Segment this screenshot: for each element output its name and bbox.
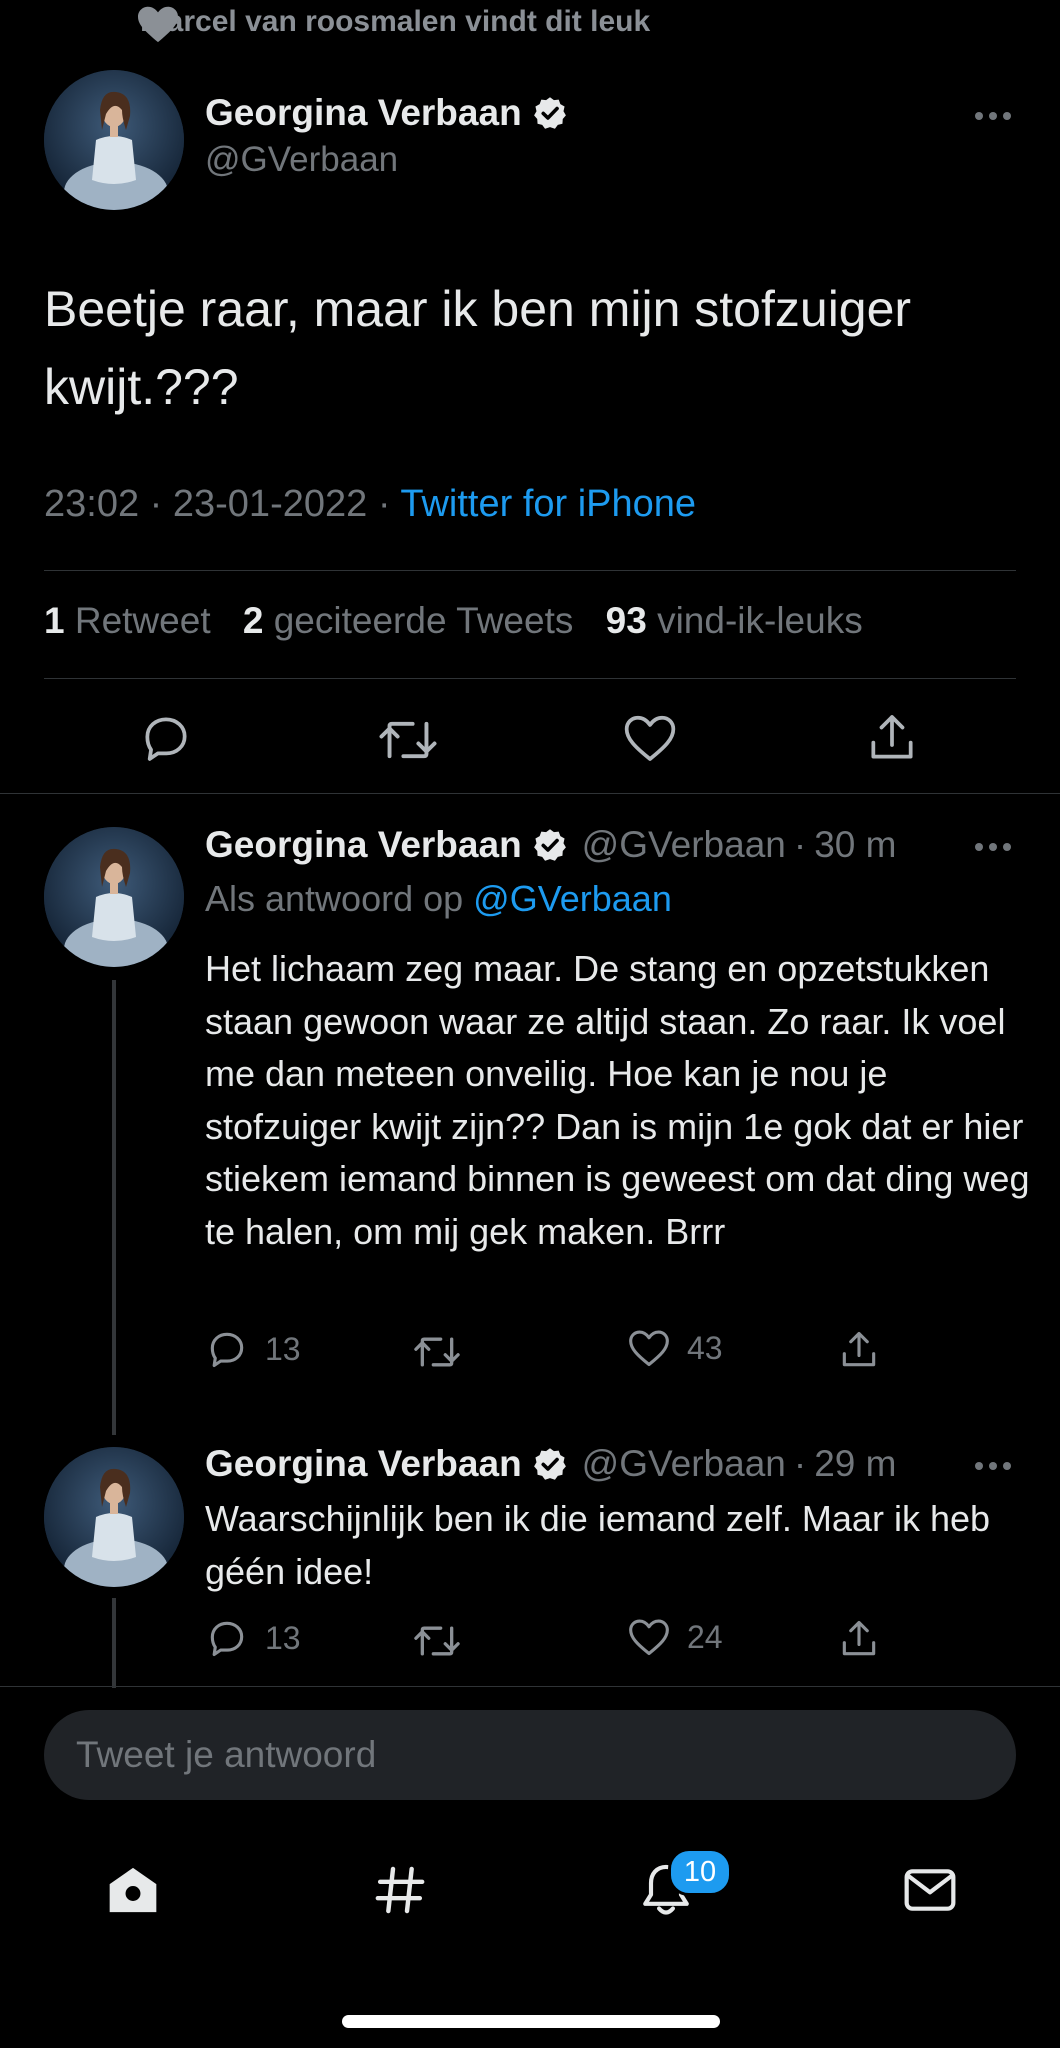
reply-text: Het lichaam zeg maar. De stang en opzets… xyxy=(205,948,1030,1252)
tweet-stats: 1 Retweet 2 geciteerde Tweets 93 vind-ik… xyxy=(44,600,863,642)
home-indicator[interactable] xyxy=(342,2015,720,2028)
share-icon[interactable] xyxy=(837,1328,881,1372)
reply-author-name[interactable]: Georgina Verbaan xyxy=(205,1443,522,1485)
tweet-time: 23:02 xyxy=(44,483,140,525)
more-options-icon[interactable] xyxy=(975,112,1011,120)
tweet-meta: 23:02 · 23-01-2022 · Twitter for iPhone xyxy=(44,483,696,526)
section-separator xyxy=(0,793,1060,794)
social-context: marcel van roosmalen vindt dit leuk xyxy=(140,2,650,42)
more-options-icon[interactable] xyxy=(975,1462,1011,1470)
reply-author-avatar[interactable] xyxy=(44,827,184,967)
meta-separator: · xyxy=(377,483,391,525)
like-icon xyxy=(629,1619,669,1656)
dot-separator: · xyxy=(793,1443,807,1484)
like-icon[interactable] xyxy=(622,712,678,764)
social-context-text: marcel van roosmalen vindt dit leuk xyxy=(140,5,651,38)
reply-text: Waarschijnlijk ben ik die iemand zelf. M… xyxy=(205,1498,991,1592)
reply-to-context: Als antwoord op @GVerbaan xyxy=(205,878,672,919)
reply-time: 30 m xyxy=(814,824,897,865)
divider xyxy=(44,570,1016,571)
retweet-icon[interactable] xyxy=(413,1619,461,1663)
like-icon xyxy=(629,1330,669,1367)
reply-icon xyxy=(210,1332,244,1368)
explore-hashtag-icon[interactable] xyxy=(372,1862,428,1918)
reply-to-handle-link[interactable]: @GVerbaan xyxy=(473,878,672,919)
likes-stat[interactable]: 93 vind-ik-leuks xyxy=(606,600,863,641)
tweet-date: 23-01-2022 xyxy=(172,483,368,525)
share-icon[interactable] xyxy=(837,1617,881,1661)
reply-author-handle[interactable]: @GVerbaan xyxy=(582,1443,786,1485)
author-name[interactable]: Georgina Verbaan xyxy=(205,92,568,134)
retweets-stat[interactable]: 1 Retweet xyxy=(44,600,211,641)
like-count-button[interactable]: 43 xyxy=(627,1327,723,1369)
messages-envelope-icon[interactable] xyxy=(902,1864,958,1916)
reply-count-button[interactable]: 13 xyxy=(205,1327,301,1371)
reply-header: Georgina Verbaan @GVerbaan · 29 m xyxy=(205,1443,896,1485)
notification-badge: 10 xyxy=(668,1848,732,1896)
reply-header: Georgina Verbaan @GVerbaan · 30 m xyxy=(205,824,896,866)
reply-icon[interactable] xyxy=(138,710,194,766)
dot-separator: · xyxy=(793,824,807,865)
retweet-icon[interactable] xyxy=(413,1330,461,1374)
author-avatar[interactable] xyxy=(44,70,184,210)
reply-count-button[interactable]: 13 xyxy=(205,1616,301,1660)
share-icon[interactable] xyxy=(864,710,920,766)
quotes-stat[interactable]: 2 geciteerde Tweets xyxy=(243,600,573,641)
meta-separator: · xyxy=(149,483,163,525)
verified-badge-icon xyxy=(533,829,566,861)
tweet-text: Beetje raar, maar ik ben mijn stofzuiger… xyxy=(44,281,912,415)
thread-line xyxy=(112,980,116,1435)
tweet-source-link[interactable]: Twitter for iPhone xyxy=(400,483,696,525)
reply-author-handle[interactable]: @GVerbaan xyxy=(582,824,786,866)
more-options-icon[interactable] xyxy=(975,843,1011,851)
reply-icon xyxy=(210,1621,244,1657)
reply-composer-input[interactable]: Tweet je antwoord xyxy=(44,1710,1016,1800)
retweet-icon[interactable] xyxy=(378,712,438,768)
like-count-button[interactable]: 24 xyxy=(627,1616,723,1658)
home-icon[interactable] xyxy=(104,1862,162,1918)
verified-badge-icon xyxy=(533,97,566,129)
composer-placeholder: Tweet je antwoord xyxy=(76,1734,377,1775)
liked-heart-icon xyxy=(138,6,178,43)
thread-line xyxy=(112,1598,116,1688)
divider xyxy=(44,678,1016,679)
reply-author-avatar[interactable] xyxy=(44,1447,184,1587)
verified-badge-icon xyxy=(533,1448,566,1480)
reply-author-name[interactable]: Georgina Verbaan xyxy=(205,824,522,866)
author-handle[interactable]: @GVerbaan xyxy=(205,140,568,180)
reply-time: 29 m xyxy=(814,1443,897,1484)
composer-divider xyxy=(0,1686,1060,1687)
